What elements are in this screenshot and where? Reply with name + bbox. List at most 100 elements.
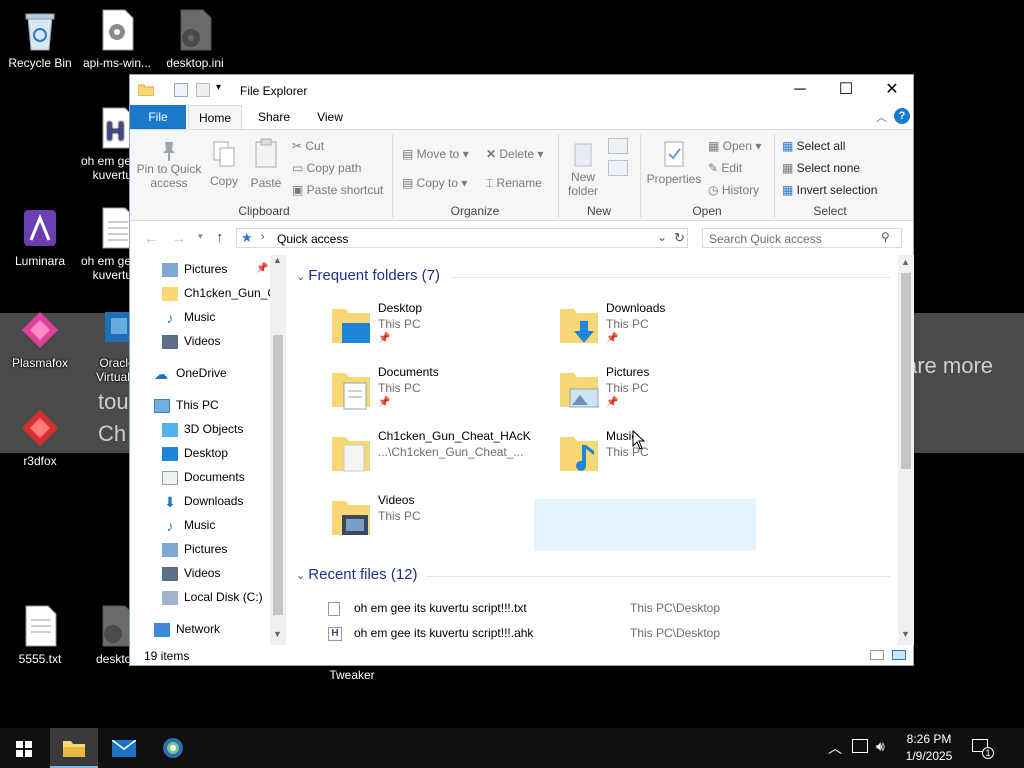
nav-item-music[interactable]: ♪ Music xyxy=(162,513,216,537)
minimize-button[interactable]: ─ xyxy=(777,75,823,105)
invert-selection-button[interactable]: ▦ Invert selection xyxy=(782,183,877,197)
select-none-button[interactable]: ▦ Select none xyxy=(782,161,860,175)
nav-item-this-pc[interactable]: This PC xyxy=(154,393,219,417)
recent-files-header[interactable]: ⌄ Recent files (12) xyxy=(296,566,418,583)
details-view-icon[interactable] xyxy=(870,650,884,660)
network-icon[interactable] xyxy=(852,739,868,753)
easy-access-icon[interactable] xyxy=(608,160,628,176)
nav-scrollbar[interactable]: ▲ ▼ xyxy=(270,255,286,645)
qat-dropdown-icon[interactable]: ▾ xyxy=(216,82,221,93)
paste-shortcut-button[interactable]: ▣ Paste shortcut xyxy=(292,183,383,197)
videos-icon xyxy=(162,334,178,349)
new-folder-qat-icon[interactable] xyxy=(196,83,210,97)
help-icon[interactable]: ? xyxy=(894,108,910,124)
start-button[interactable] xyxy=(0,728,48,768)
nav-item-3d-objects[interactable]: 3D Objects xyxy=(162,417,243,441)
move-to-button[interactable]: ▤ Move to ▾ xyxy=(402,147,469,161)
tab-share[interactable]: Share xyxy=(248,105,300,129)
refresh-icon[interactable]: ↻ xyxy=(674,230,685,246)
taskbar-browser[interactable] xyxy=(150,728,198,768)
nav-item-music-quick[interactable]: ♪ Music xyxy=(162,305,216,329)
volume-icon[interactable]: 🔊︎ xyxy=(876,738,885,755)
frequent-folders-header[interactable]: ⌄ Frequent folders (7) xyxy=(296,267,440,284)
desktop-icon-recycle-bin[interactable]: Recycle Bin xyxy=(0,8,80,70)
select-all-button[interactable]: ▦ Select all xyxy=(782,139,845,153)
copy-icon xyxy=(212,140,236,168)
scroll-up-icon[interactable]: ▲ xyxy=(901,257,910,267)
properties-qat-icon[interactable] xyxy=(174,83,188,97)
large-icons-view-icon[interactable] xyxy=(892,650,906,660)
scroll-down-icon[interactable]: ▼ xyxy=(273,629,282,639)
nav-item-documents[interactable]: Documents xyxy=(162,465,245,489)
desktop-icon-plasmafox[interactable]: Plasmafox xyxy=(0,308,80,370)
forward-icon[interactable]: → xyxy=(172,230,186,246)
nav-item-videos[interactable]: Videos xyxy=(162,561,220,585)
new-item-icon[interactable] xyxy=(608,138,628,154)
history-button[interactable]: ◷ History xyxy=(708,183,759,197)
nav-item-desktop[interactable]: Desktop xyxy=(162,441,228,465)
action-center-button[interactable]: 1 xyxy=(966,736,994,760)
folder-tile-downloads[interactable]: Downloads This PC 📌 xyxy=(558,301,778,355)
search-icon: ⚲ xyxy=(881,230,890,244)
copy-path-button[interactable]: ▭ Copy path xyxy=(292,161,361,175)
desktop-icon-r3dfox[interactable]: r3dfox xyxy=(0,406,80,468)
back-icon[interactable]: ← xyxy=(144,230,158,246)
scroll-down-icon[interactable]: ▼ xyxy=(901,629,910,639)
copy-to-button[interactable]: ▤ Copy to ▾ xyxy=(402,176,467,190)
new-folder-button[interactable]: New folder xyxy=(562,136,604,200)
delete-button[interactable]: ✕ Delete ▾ xyxy=(486,147,543,161)
recent-locations-icon[interactable]: ▾ xyxy=(198,231,203,242)
nav-item-videos-quick[interactable]: Videos xyxy=(162,329,220,353)
close-button[interactable]: ✕ xyxy=(869,75,915,105)
pin-to-quick-access-button[interactable]: Pin to Quick access xyxy=(136,136,202,200)
nav-item-pictures[interactable]: Pictures xyxy=(162,537,227,561)
desktop-icon-tweaker[interactable]: Tweaker xyxy=(312,668,392,682)
folder-tile-music[interactable]: Music This PC xyxy=(558,429,778,483)
tab-view[interactable]: View xyxy=(304,105,356,129)
recent-file-row[interactable]: oh em gee its kuvertu script!!!.txt This… xyxy=(328,597,768,619)
open-button[interactable]: ▦ Open ▾ xyxy=(708,139,761,153)
folder-tile-music-hover[interactable] xyxy=(534,499,756,551)
folder-tile-videos[interactable]: Videos This PC xyxy=(330,493,550,547)
up-icon[interactable]: ↑ xyxy=(216,229,224,246)
rename-button[interactable]: ⌶ Rename xyxy=(486,176,542,191)
content-scrollbar[interactable]: ▲ ▼ xyxy=(898,255,914,645)
nav-scrollbar-thumb[interactable] xyxy=(273,335,283,615)
paste-icon xyxy=(254,138,278,168)
folder-tile-pictures[interactable]: Pictures This PC 📌 xyxy=(558,365,778,419)
cut-button[interactable]: ✂ Cut xyxy=(292,139,324,153)
tab-file[interactable]: File xyxy=(130,105,186,129)
desktop-icon-api-ms-win[interactable]: api-ms-win... xyxy=(77,8,157,70)
show-hidden-icons-icon[interactable]: ︿ xyxy=(828,738,842,758)
nav-item-downloads[interactable]: ⬇ Downloads xyxy=(162,489,243,513)
copy-button[interactable]: Copy xyxy=(206,136,242,200)
desktop-icon-5555-txt[interactable]: 5555.txt xyxy=(0,604,80,666)
nav-item-pictures-pinned[interactable]: Pictures 📌 xyxy=(162,257,268,281)
desktop-icon-desktop-ini[interactable]: desktop.ini xyxy=(155,8,235,70)
tab-home[interactable]: Home xyxy=(188,105,242,129)
nav-item-local-disk[interactable]: Local Disk (C:) xyxy=(162,585,263,609)
taskbar-mail[interactable] xyxy=(100,728,148,768)
clock[interactable]: 8:26 PM 1/9/2025 xyxy=(900,731,958,765)
edit-button[interactable]: ✎ Edit xyxy=(708,161,742,175)
folder-tile-chicken-gun[interactable]: Ch1cken_Gun_Cheat_HAcK ...\Ch1cken_Gun_C… xyxy=(330,429,550,483)
address-box[interactable]: ★ › Quick access ⌄ xyxy=(236,228,688,248)
folder-tile-documents[interactable]: Documents This PC 📌 xyxy=(330,365,550,419)
search-box[interactable]: Search Quick access ⚲ xyxy=(702,228,902,248)
taskbar-file-explorer[interactable] xyxy=(50,728,98,768)
title-bar[interactable]: ▾ File Explorer ─ ☐ ✕ xyxy=(130,75,913,105)
recent-file-row[interactable]: Hoh em gee its kuvertu script!!!.ahk Thi… xyxy=(328,622,768,644)
address-dropdown-icon[interactable]: ⌄ xyxy=(657,230,667,244)
paste-button[interactable]: Paste xyxy=(246,136,286,200)
collapse-ribbon-icon[interactable]: ︿ xyxy=(876,109,887,125)
desktop-icon-luminara[interactable]: Luminara xyxy=(0,206,80,268)
properties-button[interactable]: Properties xyxy=(644,136,704,200)
nav-item-network[interactable]: Network xyxy=(154,617,220,641)
folder-tile-desktop[interactable]: Desktop This PC 📌 xyxy=(330,301,550,355)
nav-item-chicken-gun[interactable]: Ch1cken_Gun_C xyxy=(162,281,276,305)
search-input[interactable]: Search Quick access xyxy=(709,232,822,246)
nav-item-onedrive[interactable]: ☁ OneDrive xyxy=(154,361,227,385)
content-scrollbar-thumb[interactable] xyxy=(901,273,911,469)
maximize-button[interactable]: ☐ xyxy=(823,75,869,105)
scroll-up-icon[interactable]: ▲ xyxy=(273,255,282,265)
